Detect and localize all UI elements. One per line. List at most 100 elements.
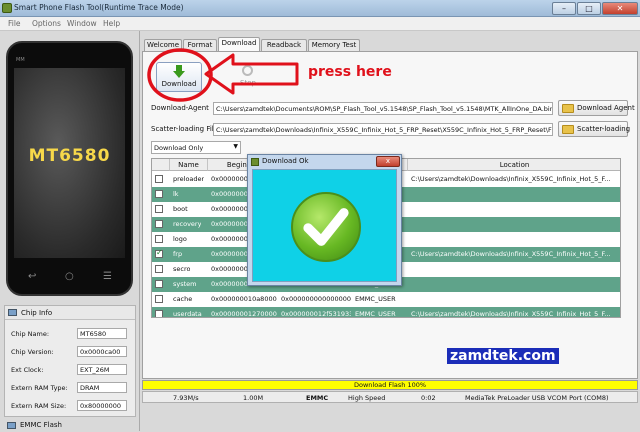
back-key-icon: ↩ bbox=[28, 271, 37, 282]
chip-name-value: MT6580 bbox=[77, 328, 127, 339]
home-key-icon: ○ bbox=[65, 271, 74, 282]
col-header-location[interactable]: Location bbox=[408, 159, 620, 171]
row-checkbox[interactable] bbox=[155, 265, 163, 273]
folder-icon bbox=[562, 125, 574, 134]
tab-welcome[interactable]: Welcome bbox=[144, 39, 182, 51]
ext-clock-label: Ext Clock: bbox=[11, 366, 44, 374]
app-icon bbox=[2, 3, 12, 13]
cell-end: 0x000000012f531933 bbox=[281, 310, 351, 318]
press-here-annotation: press here bbox=[308, 64, 392, 80]
table-row[interactable]: cache 0x000000010a800000 0x000000000000000… bbox=[152, 292, 620, 307]
row-checkbox[interactable] bbox=[155, 235, 163, 243]
scatter-loading-button-label: Scatter-loading bbox=[577, 125, 631, 133]
chevron-down-icon: ▼ bbox=[233, 143, 238, 150]
ram-type-label: Extern RAM Type: bbox=[11, 384, 68, 392]
download-agent-path[interactable]: C:\Users\zamdtek\Documents\ROM\SP_Flash_… bbox=[213, 102, 553, 115]
ram-size-label: Extern RAM Size: bbox=[11, 402, 67, 410]
tab-memory-test[interactable]: Memory Test bbox=[308, 39, 360, 51]
download-agent-label: Download-Agent bbox=[151, 104, 209, 112]
emmc-flash-header[interactable]: EMMC Flash bbox=[4, 419, 136, 432]
chip-version-label: Chip Version: bbox=[11, 348, 54, 356]
status-mode: High Speed bbox=[348, 394, 386, 402]
table-row[interactable]: userdata 0x0000000127000000 0x000000012f53… bbox=[152, 307, 620, 318]
row-checkbox[interactable] bbox=[155, 280, 163, 288]
download-button[interactable]: Download bbox=[156, 62, 202, 92]
dialog-app-icon bbox=[251, 158, 259, 166]
ram-type-value: DRAM bbox=[77, 382, 127, 393]
menu-window[interactable]: Window bbox=[67, 19, 97, 28]
emmc-flash-label: EMMC Flash bbox=[20, 421, 62, 429]
col-header-name[interactable]: Name bbox=[170, 159, 208, 171]
stop-icon bbox=[242, 65, 253, 76]
window-title: Smart Phone Flash Tool(Runtime Trace Mod… bbox=[14, 3, 184, 12]
cell-name: lk bbox=[173, 190, 179, 198]
status-port: MediaTek PreLoader USB VCOM Port (COM8) bbox=[465, 394, 609, 402]
row-checkbox[interactable] bbox=[155, 295, 163, 303]
row-checkbox[interactable] bbox=[155, 220, 163, 228]
cell-end: 0x0000000000000000 bbox=[281, 295, 351, 303]
download-agent-button[interactable]: Download Agent bbox=[558, 100, 635, 116]
menu-bar: File Options Window Help bbox=[0, 17, 640, 31]
row-checkbox[interactable] bbox=[155, 310, 163, 317]
download-progress-bar: Download Flash 100% bbox=[142, 380, 638, 390]
checkmark-icon bbox=[303, 208, 349, 246]
status-time: 0:02 bbox=[421, 394, 436, 402]
title-bar: Smart Phone Flash Tool(Runtime Trace Mod… bbox=[0, 0, 640, 17]
download-agent-button-label: Download Agent bbox=[577, 104, 635, 112]
cell-region: EMMC_USER bbox=[355, 295, 396, 303]
tab-readback[interactable]: Readback bbox=[261, 39, 307, 51]
scatter-loading-label: Scatter-loading File bbox=[151, 125, 219, 133]
dialog-title: Download Ok bbox=[262, 157, 309, 165]
cell-location: C:\Users\zamdtek\Downloads\Infinix_X559C… bbox=[411, 310, 611, 318]
status-storage: EMMC bbox=[306, 394, 329, 402]
menu-file[interactable]: File bbox=[8, 19, 21, 28]
maximize-button[interactable]: □ bbox=[577, 2, 601, 15]
chip-info-header[interactable]: Chip Info bbox=[5, 306, 135, 320]
chip-version-value: 0x0000ca00 bbox=[77, 346, 127, 357]
phone-image: MM MT6580 ↩ ○ ☰ bbox=[6, 41, 133, 296]
phone-model: MT6580 bbox=[28, 146, 111, 166]
folder-icon bbox=[562, 104, 574, 113]
download-mode-select[interactable]: Download Only ▼ bbox=[151, 141, 241, 154]
ext-clock-value: EXT_26M bbox=[77, 364, 127, 375]
row-checkbox[interactable] bbox=[155, 190, 163, 198]
download-mode-value: Download Only bbox=[154, 144, 204, 152]
cell-name: userdata bbox=[173, 310, 202, 318]
dialog-body bbox=[252, 169, 397, 282]
cell-region: EMMC_USER bbox=[355, 310, 396, 318]
status-bar: 7.93M/s 1.00M EMMC High Speed 0:02 Media… bbox=[142, 391, 638, 403]
phone-screen: MT6580 bbox=[14, 68, 125, 258]
phone-brand: MM bbox=[16, 57, 25, 63]
scatter-loading-button[interactable]: Scatter-loading bbox=[558, 121, 631, 137]
watermark: zamdtek.com bbox=[447, 348, 559, 364]
cell-location: C:\Users\zamdtek\Downloads\Infinix_X559C… bbox=[411, 250, 611, 258]
stop-button-label: Stop bbox=[240, 79, 256, 87]
row-checkbox[interactable] bbox=[155, 205, 163, 213]
col-header-check[interactable] bbox=[152, 159, 170, 171]
stop-button[interactable]: Stop bbox=[225, 62, 271, 92]
dialog-close-button[interactable]: x bbox=[376, 156, 400, 167]
close-button[interactable]: ✕ bbox=[602, 2, 638, 15]
scatter-loading-path[interactable]: C:\Users\zamdtek\Downloads\Infinix_X559C… bbox=[213, 123, 553, 136]
cell-location: C:\Users\zamdtek\Downloads\Infinix_X559C… bbox=[411, 175, 611, 183]
minimize-button[interactable]: – bbox=[552, 2, 576, 15]
download-ok-dialog: Download Ok x bbox=[247, 154, 402, 286]
chip-info-title: Chip Info bbox=[21, 309, 53, 317]
cell-name: secro bbox=[173, 265, 191, 273]
ram-size-value: 0x80000000 bbox=[77, 400, 127, 411]
cell-name: system bbox=[173, 280, 197, 288]
tab-format[interactable]: Format bbox=[183, 39, 217, 51]
row-checkbox[interactable] bbox=[155, 248, 163, 258]
row-checkbox[interactable] bbox=[155, 175, 163, 183]
cell-begin: 0x0000000127000000 bbox=[211, 310, 277, 318]
cell-name: boot bbox=[173, 205, 188, 213]
download-button-label: Download bbox=[161, 80, 197, 88]
left-panel: MM MT6580 ↩ ○ ☰ Chip Info Chip Name: MT6… bbox=[0, 31, 140, 431]
cell-name: frp bbox=[173, 250, 183, 258]
tab-download[interactable]: Download bbox=[218, 37, 260, 51]
download-arrow-icon bbox=[173, 65, 185, 78]
menu-options[interactable]: Options bbox=[32, 19, 61, 28]
chip-name-label: Chip Name: bbox=[11, 330, 50, 338]
status-speed: 7.93M/s bbox=[173, 394, 199, 402]
menu-help[interactable]: Help bbox=[103, 19, 120, 28]
